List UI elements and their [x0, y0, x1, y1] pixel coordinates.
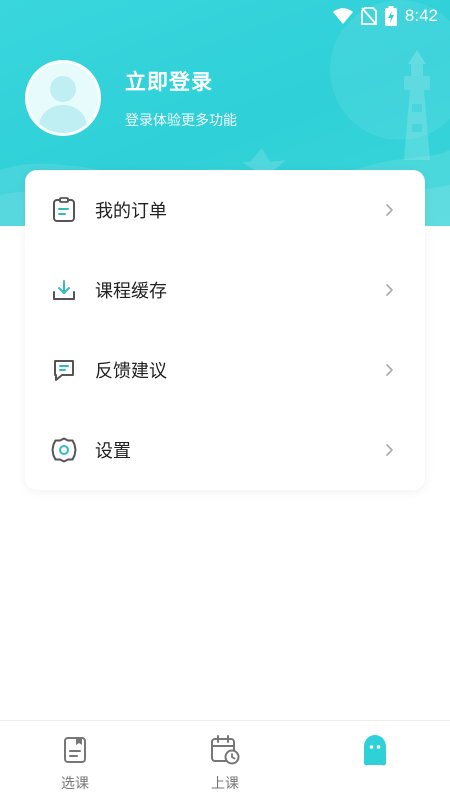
login-text-group: 立即登录 登录体验更多功能 [125, 66, 237, 130]
status-time: 8:42 [404, 6, 438, 25]
login-subtitle: 登录体验更多功能 [125, 113, 237, 129]
avatar[interactable] [25, 60, 101, 136]
profile-face-icon [360, 735, 390, 766]
menu-item-feedback[interactable]: 反馈建议 [25, 330, 425, 410]
download-icon [51, 277, 77, 303]
default-avatar-icon [38, 76, 88, 133]
menu-item-label: 我的订单 [95, 201, 167, 222]
menu-item-label: 设置 [95, 441, 131, 462]
order-icon [51, 197, 77, 223]
tab-label: 上课 [211, 776, 239, 792]
no-sim-icon [361, 7, 377, 25]
calendar-clock-icon [210, 735, 240, 765]
menu-item-settings[interactable]: 设置 [25, 410, 425, 490]
gear-icon [51, 437, 77, 463]
menu-card: 我的订单 课程缓存 反馈建议 设置 [25, 170, 425, 490]
tab-my-profile[interactable] [300, 721, 450, 800]
login-title[interactable]: 立即登录 [125, 66, 237, 96]
tab-attend-class[interactable]: 上课 [150, 721, 300, 800]
chevron-right-icon [383, 203, 395, 217]
menu-item-my-orders[interactable]: 我的订单 [25, 170, 425, 250]
menu-item-label: 反馈建议 [95, 361, 167, 382]
menu-item-course-cache[interactable]: 课程缓存 [25, 250, 425, 330]
tab-course-select[interactable]: 选课 [0, 721, 150, 800]
bottom-tab-bar: 选课 上课 [0, 720, 450, 800]
course-book-icon [60, 735, 90, 765]
chevron-right-icon [383, 283, 395, 297]
chevron-right-icon [383, 363, 395, 377]
tab-label: 选课 [61, 776, 89, 792]
login-entry[interactable]: 立即登录 登录体验更多功能 [25, 60, 237, 136]
wifi-icon [332, 8, 353, 24]
feedback-icon [51, 357, 77, 383]
battery-charging-icon [384, 6, 397, 26]
chevron-right-icon [383, 443, 395, 457]
menu-item-label: 课程缓存 [95, 281, 167, 302]
status-bar: 8:42 [0, 0, 450, 32]
profile-screen: 8:42 立即登录 登录体验更多功能 我的订单 课程缓存 反馈建议 设置 选课 … [0, 0, 450, 800]
